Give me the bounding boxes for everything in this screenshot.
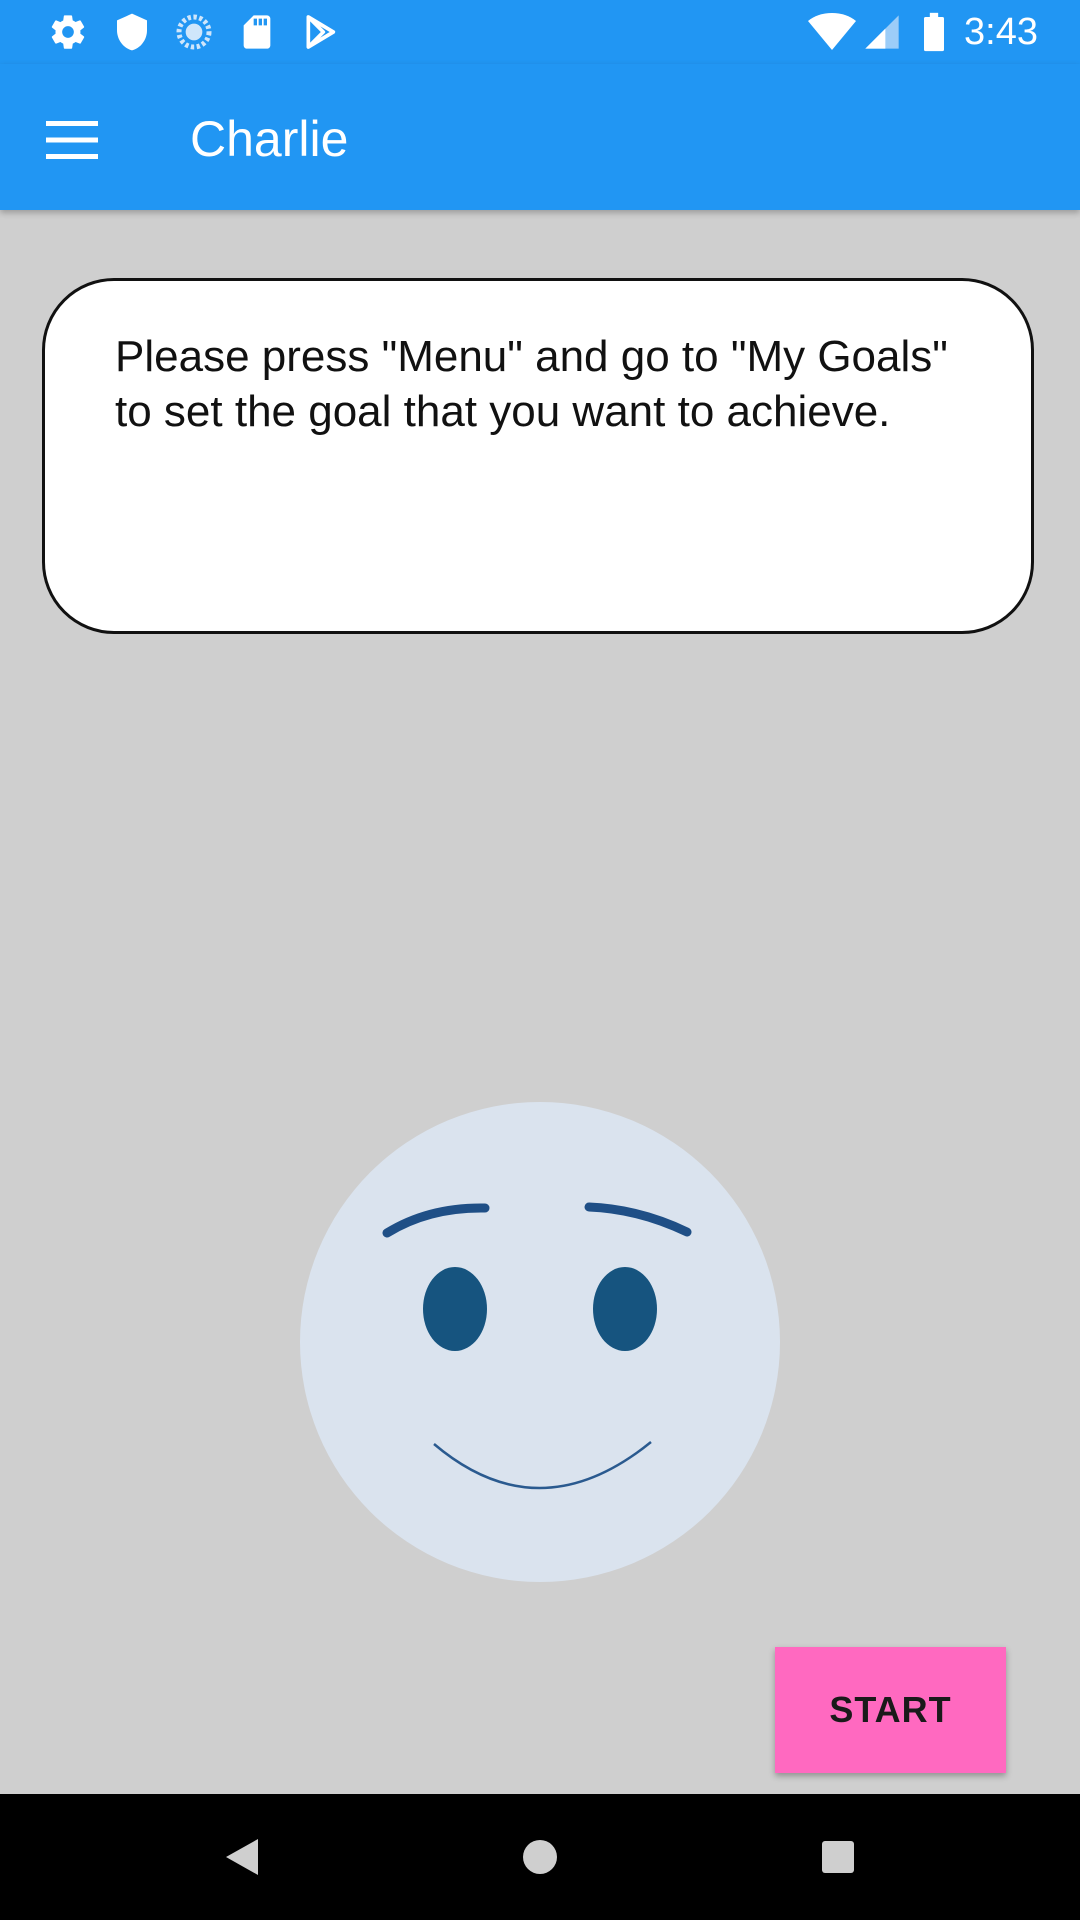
recents-button[interactable] <box>808 1827 868 1887</box>
message-bubble: Please press "Menu" and go to "My Goals"… <box>42 278 1034 634</box>
start-button[interactable]: START <box>775 1647 1006 1773</box>
home-button[interactable] <box>510 1827 570 1887</box>
battery-icon <box>916 12 952 52</box>
shield-icon <box>112 12 152 52</box>
status-bar: 3:43 <box>0 0 1080 64</box>
navigation-bar <box>0 1794 1080 1920</box>
menu-button[interactable] <box>36 104 108 176</box>
sync-icon <box>174 12 214 52</box>
face-circle <box>300 1102 780 1582</box>
home-icon <box>523 1840 557 1874</box>
wifi-icon <box>808 12 856 52</box>
message-text: Please press "Menu" and go to "My Goals"… <box>115 332 948 436</box>
recents-icon <box>822 1841 854 1873</box>
back-icon <box>226 1839 258 1875</box>
settings-icon <box>48 12 88 52</box>
smiley-face-avatar <box>299 1101 781 1583</box>
app-bar: Charlie <box>0 64 1080 210</box>
right-eye <box>593 1267 657 1351</box>
status-time: 3:43 <box>964 11 1038 53</box>
app-title: Charlie <box>190 111 349 167</box>
back-button[interactable] <box>212 1827 272 1887</box>
hamburger-menu-icon <box>46 121 98 159</box>
left-eye <box>423 1267 487 1351</box>
sd-card-icon <box>237 12 277 52</box>
play-store-icon <box>300 12 340 52</box>
signal-icon <box>862 12 902 52</box>
